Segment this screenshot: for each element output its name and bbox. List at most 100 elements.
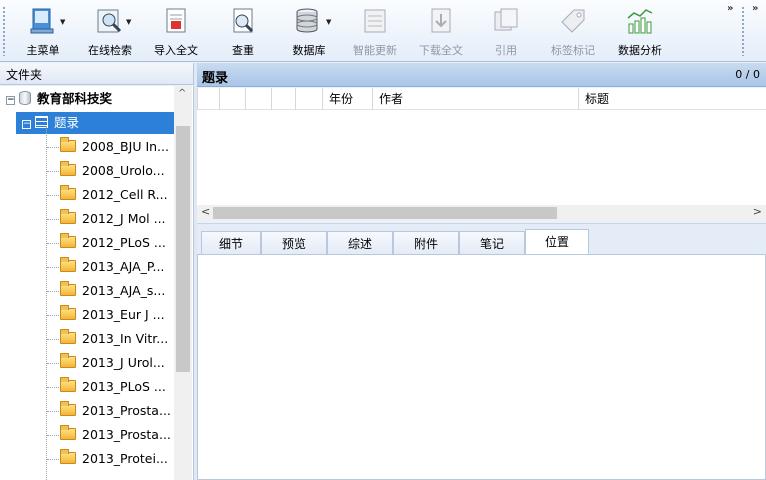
tab-location[interactable]: 位置 xyxy=(525,229,589,256)
folder-tree-vertical-scrollbar[interactable]: ^ xyxy=(174,86,192,480)
column-title[interactable]: 标题 xyxy=(578,88,766,110)
tree-guide-branch xyxy=(47,315,59,316)
online-search-label: 在线检索 xyxy=(88,44,132,57)
tag-icon xyxy=(561,9,585,33)
scroll-up-arrow-icon[interactable]: ^ xyxy=(178,88,186,99)
download-fulltext-label: 下载全文 xyxy=(419,44,463,57)
folders-panel-header: 文件夹 xyxy=(0,63,194,85)
folder-item[interactable]: 2013_PLoS ... xyxy=(60,376,166,398)
folder-label: 2012_PLoS ... xyxy=(82,235,166,250)
folder-item[interactable]: 2013_In Vitr... xyxy=(60,328,168,350)
records-title: 题录 xyxy=(202,71,229,86)
database-small-icon xyxy=(19,91,31,105)
main-menu-icon xyxy=(30,8,54,34)
tree-root-item[interactable]: − 教育部科技奖 xyxy=(6,88,112,110)
smart-update-icon xyxy=(364,9,386,33)
folder-label: 2013_PLoS ... xyxy=(82,379,166,394)
folder-item[interactable]: 2013_Protei... xyxy=(60,448,168,470)
tree-guide-branch xyxy=(47,411,59,412)
tag-button[interactable]: 标签标记 xyxy=(544,4,602,58)
folder-icon xyxy=(60,425,76,440)
tree-selected-item[interactable]: − 题录 xyxy=(16,112,174,134)
duplicate-check-button[interactable]: 查重 xyxy=(218,4,268,58)
folder-item[interactable]: 2012_Cell R... xyxy=(60,184,168,206)
folder-label: 2013_Protei... xyxy=(82,451,168,466)
collapse-icon[interactable]: − xyxy=(6,96,15,105)
folder-label: 2012_J Mol ... xyxy=(82,211,166,226)
tab-attachments[interactable]: 附件 xyxy=(393,231,459,256)
column-attachment[interactable] xyxy=(245,88,271,110)
tab-preview[interactable]: 预览 xyxy=(261,231,327,256)
import-fulltext-icon xyxy=(166,8,186,33)
database-button[interactable]: ▼ 数据库 xyxy=(282,4,336,58)
tree-guide-branch xyxy=(47,243,59,244)
folder-item[interactable]: 2012_J Mol ... xyxy=(60,208,166,230)
folder-item[interactable]: 2013_Prosta... xyxy=(60,424,171,446)
online-search-button[interactable]: ▼ 在线检索 xyxy=(80,4,140,58)
records-horizontal-scrollbar[interactable]: < > xyxy=(197,205,766,221)
import-fulltext-label: 导入全文 xyxy=(154,44,198,57)
toolbar-grip-right[interactable] xyxy=(742,6,744,56)
smart-update-button[interactable]: 智能更新 xyxy=(345,4,405,58)
folder-label: 2013_AJA_P... xyxy=(82,259,165,274)
folder-label: 2013_AJA_s... xyxy=(82,283,166,298)
scrollbar-thumb[interactable] xyxy=(213,207,557,219)
tag-label: 标签标记 xyxy=(551,44,595,57)
tab-summary[interactable]: 综述 xyxy=(327,231,393,256)
folder-item[interactable]: 2013_J Urol... xyxy=(60,352,165,374)
folder-icon xyxy=(60,233,76,248)
data-analysis-icon xyxy=(627,9,653,34)
tree-guide-branch xyxy=(47,219,59,220)
folder-item[interactable]: 2012_PLoS ... xyxy=(60,232,166,254)
tree-guide-branch xyxy=(47,459,59,460)
folder-item[interactable]: 2013_AJA_P... xyxy=(60,256,164,278)
folder-label: 2008_BJU In... xyxy=(82,139,169,154)
tree-guide-line xyxy=(46,126,47,480)
main-menu-button[interactable]: ▼ 主菜单 xyxy=(18,4,68,58)
records-list[interactable] xyxy=(197,110,766,205)
column-year[interactable]: 年份 xyxy=(322,88,372,110)
cite-button[interactable]: 引用 xyxy=(484,4,528,58)
column-note[interactable] xyxy=(271,88,295,110)
scrollbar-thumb[interactable] xyxy=(176,126,190,372)
folder-icon xyxy=(60,137,76,152)
folder-label: 2013_Eur J ... xyxy=(82,307,165,322)
tab-notes[interactable]: 笔记 xyxy=(459,231,525,256)
folder-icon xyxy=(60,401,76,416)
data-analysis-button[interactable]: 数据分析 xyxy=(612,4,668,58)
folder-item[interactable]: 2013_Prosta... xyxy=(60,400,171,422)
tree-guide-branch xyxy=(47,147,59,148)
records-column-header: 年份 作者 标题 xyxy=(197,88,766,110)
collapse-icon[interactable]: − xyxy=(22,120,31,129)
column-color[interactable] xyxy=(295,88,322,110)
tree-guide-branch xyxy=(47,387,59,388)
folder-icon xyxy=(60,329,76,344)
folder-item[interactable]: 2008_Urolo... xyxy=(60,160,165,182)
folder-label: 2013_Prosta... xyxy=(82,403,171,418)
toolbar-overflow-icon[interactable]: » xyxy=(727,3,733,14)
column-author[interactable]: 作者 xyxy=(372,88,578,110)
download-fulltext-button[interactable]: 下载全文 xyxy=(412,4,470,58)
column-read[interactable] xyxy=(219,88,245,110)
folder-icon xyxy=(60,377,76,392)
folder-icon xyxy=(60,209,76,224)
import-fulltext-button[interactable]: 导入全文 xyxy=(148,4,204,58)
scroll-left-arrow-icon[interactable]: < xyxy=(201,205,210,218)
toolbar-overflow-right-icon[interactable]: » xyxy=(752,3,758,14)
duplicate-check-icon xyxy=(233,8,254,33)
online-search-icon xyxy=(97,9,122,33)
records-count: 0 / 0 xyxy=(735,68,760,81)
records-panel-header: 题录 0 / 0 xyxy=(197,63,766,87)
folder-icon xyxy=(60,281,76,296)
folder-label: 2012_Cell R... xyxy=(82,187,168,202)
detail-tabs: 细节 预览 综述 附件 笔记 位置 xyxy=(197,223,766,256)
tab-details[interactable]: 细节 xyxy=(201,231,261,256)
folder-item[interactable]: 2008_BJU In... xyxy=(60,136,169,158)
folder-item[interactable]: 2013_AJA_s... xyxy=(60,280,165,302)
folder-item[interactable]: 2013_Eur J ... xyxy=(60,304,165,326)
scroll-right-arrow-icon[interactable]: > xyxy=(753,205,762,218)
tree-guide-branch xyxy=(47,435,59,436)
column-flag[interactable] xyxy=(197,88,219,110)
toolbar-grip[interactable] xyxy=(3,6,5,56)
folder-label: 2013_Prosta... xyxy=(82,427,171,442)
